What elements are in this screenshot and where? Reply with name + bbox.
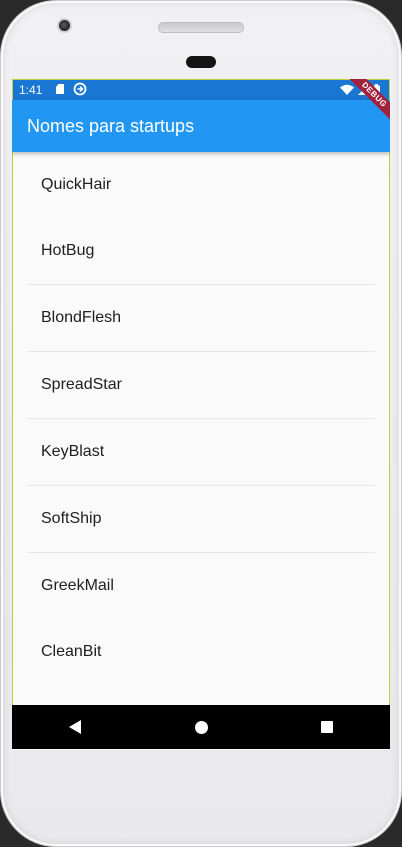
list-item[interactable]: BlondFlesh xyxy=(12,285,390,351)
list-item-label: BlondFlesh xyxy=(41,309,122,326)
list-item[interactable]: SoftShip xyxy=(12,486,390,552)
status-time: 1:41 xyxy=(19,83,43,97)
device-frame: 1:41 Nomes para startups DEBUG QuickHair… xyxy=(0,0,402,847)
back-button[interactable] xyxy=(45,705,105,749)
list-item[interactable]: GreekMail xyxy=(12,553,390,619)
list-item[interactable]: SpreadStar xyxy=(12,352,390,418)
front-camera xyxy=(57,18,72,33)
list-item-label: GreekMail xyxy=(41,577,114,594)
list-item-label: HotBug xyxy=(41,242,95,259)
list-item-label: QuickHair xyxy=(41,176,112,193)
startup-names-list: QuickHair HotBug BlondFlesh SpreadStar K… xyxy=(12,152,390,685)
app-bar: Nomes para startups xyxy=(12,100,390,152)
list-item[interactable]: HotBug xyxy=(12,218,390,284)
recents-icon xyxy=(321,721,333,733)
proximity-sensor xyxy=(186,56,216,68)
sd-card-icon xyxy=(56,84,64,94)
list-item-label: SoftShip xyxy=(41,510,102,527)
recents-button[interactable] xyxy=(297,705,357,749)
back-icon xyxy=(69,720,81,734)
earpiece-speaker xyxy=(158,22,244,33)
wifi-icon xyxy=(340,84,354,95)
status-bar: 1:41 xyxy=(12,79,390,100)
navigation-bar xyxy=(12,705,390,749)
list-item-label: KeyBlast xyxy=(41,443,105,460)
list-item[interactable]: QuickHair xyxy=(12,152,390,218)
home-button[interactable] xyxy=(171,705,231,749)
home-icon xyxy=(194,720,208,734)
sync-icon xyxy=(73,82,87,96)
list-item-label: CleanBit xyxy=(41,643,102,660)
page-title: Nomes para startups xyxy=(27,116,195,136)
screen: 1:41 Nomes para startups DEBUG QuickHair… xyxy=(12,79,390,750)
list-item[interactable]: KeyBlast xyxy=(12,419,390,485)
list-item[interactable]: CleanBit xyxy=(12,619,390,685)
list-item-label: SpreadStar xyxy=(41,376,122,393)
